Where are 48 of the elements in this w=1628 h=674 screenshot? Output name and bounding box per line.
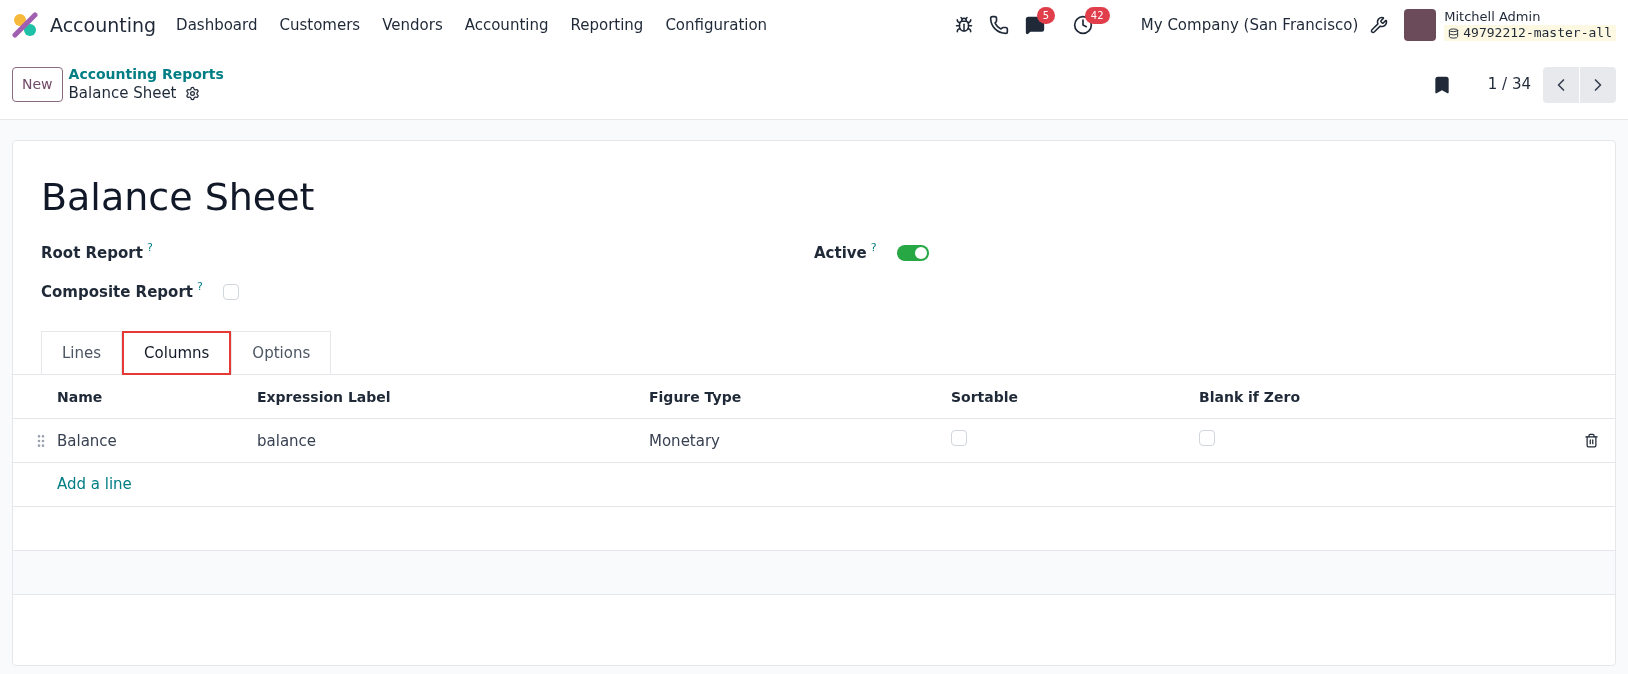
tab[interactable]: Columns	[122, 331, 232, 375]
new-button[interactable]: New	[12, 67, 63, 102]
column-header[interactable]: Name	[57, 388, 103, 405]
column-header[interactable]: Sortable	[951, 388, 1019, 405]
pager-value[interactable]: 1 / 34	[1487, 73, 1531, 96]
tab[interactable]: Lines	[41, 331, 123, 375]
breadcrumb-current: Balance Sheet	[68, 83, 177, 103]
menu-item[interactable]: Dashboard	[176, 13, 258, 37]
clock-icon[interactable]	[1072, 15, 1093, 35]
menu-item[interactable]: Vendors	[382, 13, 443, 37]
user-name[interactable]: Mitchell Admin	[1444, 8, 1616, 25]
notification-badge: 5	[1036, 7, 1056, 24]
table-cell: Balance	[57, 431, 117, 450]
database-badge: 49792212-master-all	[1444, 25, 1616, 42]
field-label: Composite Report	[41, 281, 193, 303]
phone-icon[interactable]	[988, 15, 1009, 35]
table-cell: balance	[257, 431, 317, 450]
column-header[interactable]: Expression Label	[257, 388, 391, 405]
field-label: Root Report	[41, 243, 143, 264]
company-switcher[interactable]: My Company (San Francisco)	[1140, 13, 1359, 37]
app-logo-icon	[12, 12, 38, 38]
settings-icon[interactable]	[184, 85, 200, 101]
checkbox[interactable]	[222, 283, 239, 300]
add-line-link[interactable]: Add a line	[57, 473, 132, 496]
table-cell: Monetary	[649, 431, 720, 450]
app-name[interactable]: Accounting	[50, 10, 157, 40]
database-icon	[1448, 27, 1460, 39]
menu-item[interactable]: Accounting	[464, 13, 549, 37]
menu-item[interactable]: Reporting	[570, 13, 644, 37]
help-tooltip-mark[interactable]: ?	[870, 242, 877, 253]
help-tooltip-mark[interactable]: ?	[146, 242, 153, 253]
checkbox[interactable]	[1199, 429, 1215, 446]
notification-badge: 42	[1084, 7, 1110, 24]
toggle-switch[interactable]	[896, 245, 929, 262]
tab[interactable]: Options	[231, 331, 332, 375]
column-header[interactable]: Blank if Zero	[1199, 388, 1300, 405]
delete-icon[interactable]	[1584, 433, 1599, 448]
record-title: Balance Sheet	[40, 174, 316, 221]
column-header[interactable]: Figure Type	[649, 388, 742, 405]
user-avatar[interactable]	[1404, 9, 1437, 41]
tools-icon[interactable]	[1370, 16, 1389, 34]
help-tooltip-mark[interactable]: ?	[196, 280, 203, 292]
checkbox[interactable]	[951, 429, 967, 446]
menu-item[interactable]: Configuration	[665, 13, 768, 37]
bug-icon[interactable]	[954, 16, 973, 34]
menu-item[interactable]: Customers	[279, 13, 361, 37]
breadcrumb-link[interactable]: Accounting Reports	[68, 66, 224, 84]
field-label: Active	[814, 243, 867, 264]
